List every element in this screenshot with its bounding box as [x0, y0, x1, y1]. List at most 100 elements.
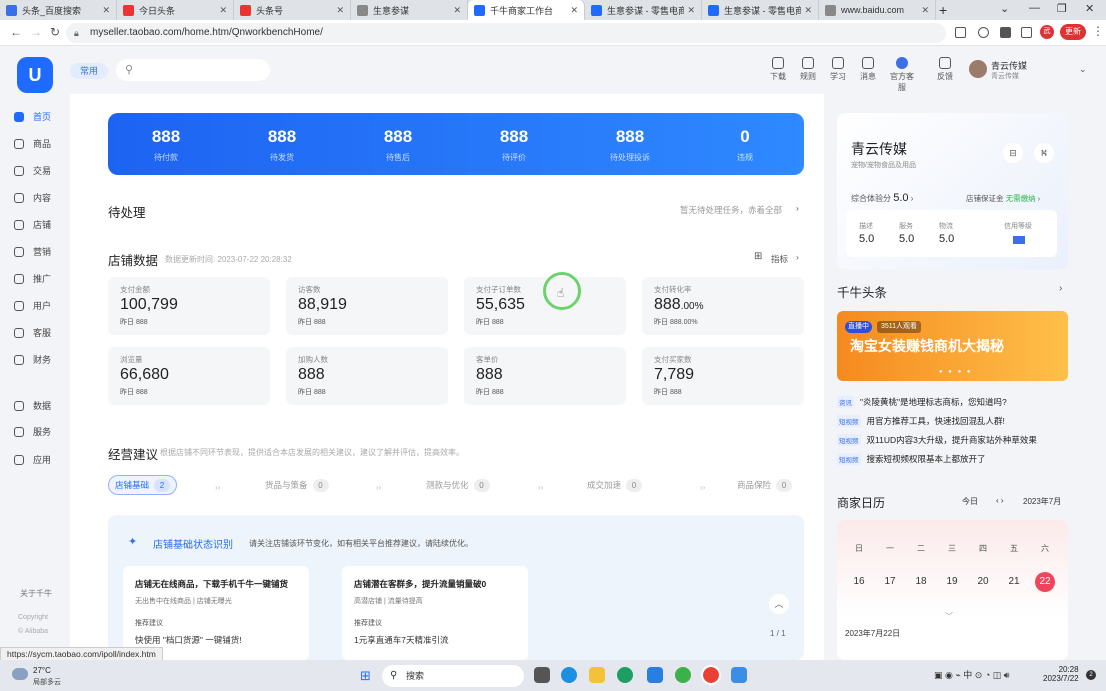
deposit-line[interactable]: 店铺保证金 无需缴纳 › — [966, 193, 1040, 204]
news-item[interactable]: 短视频 双11UD内容3大升级，提升商家站外种草效果 — [837, 434, 1037, 446]
sidebar-item[interactable]: 交易 — [14, 164, 51, 177]
metric-card[interactable]: 客单价 888 昨日 888 — [464, 347, 626, 405]
shop-share-icon[interactable]: ⛕ — [1034, 143, 1054, 163]
calendar-day[interactable]: 18 — [911, 572, 931, 592]
calendar-day[interactable]: 21 — [1004, 572, 1024, 592]
shop-name[interactable]: 青云传媒 — [851, 139, 907, 159]
advice-tab[interactable]: 成交加速 0 — [587, 475, 643, 495]
folder-icon[interactable] — [589, 667, 605, 683]
common-button[interactable]: 常用 — [70, 63, 108, 79]
sidepanel-icon[interactable] — [1021, 27, 1032, 38]
chevron-up-icon[interactable]: ︿ — [769, 594, 789, 614]
todo-stat[interactable]: 888 待付款 — [126, 127, 206, 163]
metric-card[interactable]: 访客数 88,919 昨日 888 — [286, 277, 448, 335]
back-icon[interactable]: ← — [10, 25, 22, 39]
taskview-icon[interactable] — [534, 667, 550, 683]
today-button[interactable]: 今日 — [962, 496, 978, 507]
browser-tab[interactable]: 生意参谋 ✕ — [351, 0, 468, 20]
close-tab-icon[interactable]: ✕ — [336, 5, 344, 16]
profile-avatar[interactable]: 武 — [1040, 25, 1054, 39]
metric-button[interactable]: 指标 — [771, 253, 788, 265]
metric-card[interactable]: 支付转化率 888.00% 昨日 888.00% — [642, 277, 804, 335]
carousel-dots[interactable]: ● ● ● ● — [939, 369, 973, 375]
browser-tab[interactable]: 头条号 ✕ — [234, 0, 351, 20]
close-tab-icon[interactable]: ✕ — [453, 5, 461, 16]
sidebar-item[interactable]: 首页 — [14, 110, 51, 123]
sidebar-item[interactable]: 服务 — [14, 425, 51, 438]
store-icon[interactable] — [647, 667, 663, 683]
advice-tab[interactable]: 货品与策备 0 — [265, 475, 329, 495]
close-tab-icon[interactable]: ✕ — [804, 5, 812, 16]
calendar-nav[interactable]: ‹ › — [996, 496, 1004, 505]
sidebar-item[interactable]: 财务 — [14, 353, 51, 366]
advice-tab[interactable]: 商品保险 0 — [737, 475, 793, 495]
browser-tab[interactable]: www.baidu.com ✕ — [819, 0, 936, 20]
sidebar-item[interactable]: 商品 — [14, 137, 51, 150]
advice-tab[interactable]: 测款与优化 0 — [426, 475, 490, 495]
taskbar-search[interactable]: ⚲ 搜索 — [382, 665, 524, 687]
qianniu-logo[interactable]: U — [17, 57, 53, 93]
new-tab-button[interactable]: + — [939, 2, 947, 18]
sidebar-item[interactable]: 店铺 — [14, 218, 51, 231]
maximize-icon[interactable]: ❐ — [1057, 2, 1067, 15]
close-tab-icon[interactable]: ✕ — [102, 5, 110, 16]
todo-stat[interactable]: 888 待售后 — [358, 127, 438, 163]
close-tab-icon[interactable]: ✕ — [570, 5, 578, 16]
add-metric-icon[interactable]: ⊞ — [754, 251, 762, 262]
metric-card[interactable]: 浏览量 66,680 昨日 888 — [108, 347, 270, 405]
header-study-button[interactable]: 学习 — [823, 57, 853, 82]
metric-card[interactable]: 支付金额 100,799 昨日 888 — [108, 277, 270, 335]
todo-stat[interactable]: 0 违规 — [705, 127, 785, 163]
advice-card[interactable]: 店铺无在线商品，下载手机千牛一键铺货 无出售中在线商品 | 店铺无曝光 推荐建议 快使… — [123, 566, 309, 660]
windows-start-icon[interactable]: ⊞ — [360, 668, 371, 684]
chevron-down-icon[interactable]: ⌄ — [1079, 64, 1087, 75]
browser-tab[interactable]: 千牛商家工作台 ✕ — [468, 0, 585, 20]
browser-tab[interactable]: 今日头条 ✕ — [117, 0, 234, 20]
clock[interactable]: 20:28 2023/7/22 — [1043, 665, 1079, 683]
url-field[interactable]: 🔒︎ myseller.taobao.com/home.htm/Qnworkben… — [66, 23, 946, 43]
share-icon[interactable] — [955, 27, 966, 38]
browser-tab[interactable]: 生意参谋 - 零售电商 ✕ — [585, 0, 702, 20]
notepad-icon[interactable] — [731, 667, 747, 683]
sidebar-item[interactable]: 营销 — [14, 245, 51, 258]
chevron-right-icon[interactable]: › — [796, 203, 799, 213]
header-rules-button[interactable]: 规则 — [793, 57, 823, 82]
header-service-button[interactable]: 官方客服 — [887, 57, 917, 93]
avatar[interactable] — [969, 60, 987, 78]
header-download-button[interactable]: 下载 — [763, 57, 793, 82]
todo-stat[interactable]: 888 待发货 — [242, 127, 322, 163]
sidebar-item[interactable]: 应用 — [14, 453, 51, 466]
close-tab-icon[interactable]: ✕ — [219, 5, 227, 16]
calendar-day[interactable]: 16 — [849, 572, 869, 592]
edge-browser-icon[interactable] — [617, 667, 633, 683]
close-tab-icon[interactable]: ✕ — [687, 5, 695, 16]
close-window-icon[interactable]: ✕ — [1085, 2, 1094, 15]
edge-icon[interactable] — [561, 667, 577, 683]
header-message-button[interactable]: 消息 — [853, 57, 883, 82]
sidebar-item[interactable]: 数据 — [14, 399, 51, 412]
todo-stat[interactable]: 888 待评价 — [474, 127, 554, 163]
score-line[interactable]: 综合体验分 5.0 › — [851, 192, 913, 204]
sidebar-item[interactable]: 内容 — [14, 191, 51, 204]
pending-note[interactable]: 暂无待处理任务，赤着全部 — [680, 204, 782, 216]
weather-temp[interactable]: 27°C — [33, 666, 51, 675]
advice-card[interactable]: 店铺潜在客群多，提升流量销量破0 高潜店铺 | 流量待提高 推荐建议 1元享直通车7天… — [342, 566, 528, 660]
chevron-down-icon[interactable]: ﹀ — [945, 611, 953, 622]
browser-tab[interactable]: 生意参谋 - 零售电商 ✕ — [702, 0, 819, 20]
metric-card[interactable]: 加购人数 888 昨日 888 — [286, 347, 448, 405]
search-input[interactable]: ⚲ — [116, 59, 270, 81]
notification-badge[interactable]: 2 — [1086, 670, 1096, 680]
close-tab-icon[interactable]: ✕ — [921, 5, 929, 16]
reload-icon[interactable]: ↻ — [50, 25, 60, 39]
chrome-icon[interactable] — [701, 665, 721, 685]
calendar-day[interactable]: 20 — [973, 572, 993, 592]
todo-stat[interactable]: 888 待处理投诉 — [590, 127, 670, 163]
update-button[interactable]: 更新 — [1060, 24, 1086, 40]
calendar-day[interactable]: 17 — [880, 572, 900, 592]
news-item[interactable]: 短视频 搜索短视频权限基本上都放开了 — [837, 453, 986, 465]
chevron-down-icon[interactable]: ⌄ — [1000, 2, 1009, 15]
advice-tab[interactable]: 店铺基础 2 — [108, 475, 178, 495]
shop-settings-icon[interactable]: ⊟ — [1003, 143, 1023, 163]
system-tray[interactable]: ▣ ◉ ⌁ 中 ⊙ ◔ ◫ 🔊︎ — [934, 668, 1009, 681]
browser-tab[interactable]: 头条_百度搜索 ✕ — [0, 0, 117, 20]
